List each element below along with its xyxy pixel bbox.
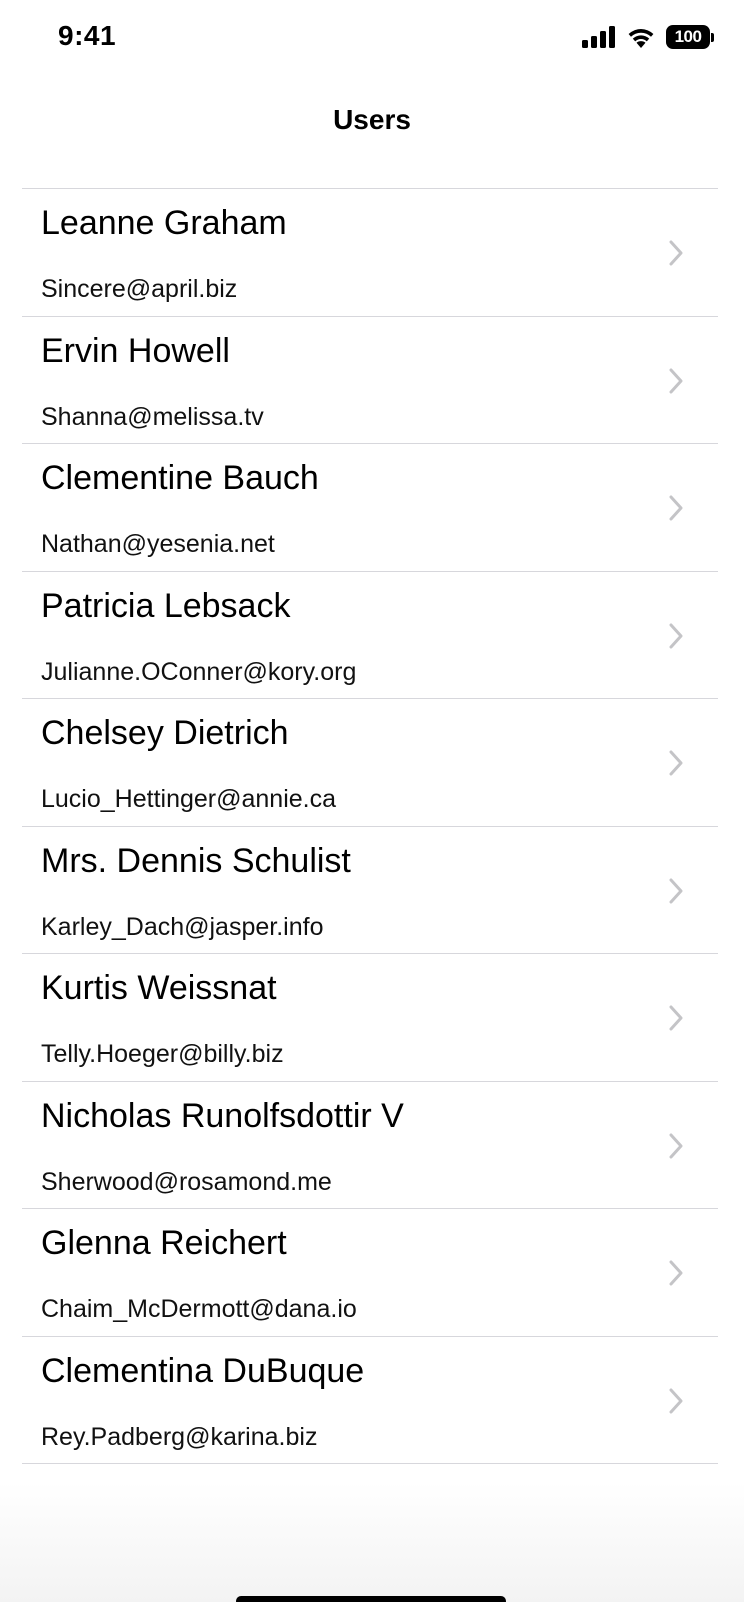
- user-email: Chaim_McDermott@dana.io: [41, 1295, 357, 1323]
- user-email: Telly.Hoeger@billy.biz: [41, 1040, 284, 1068]
- chevron-right-icon: [669, 495, 683, 521]
- chevron-right-icon: [669, 240, 683, 266]
- navigation-bar: Users: [0, 74, 744, 188]
- list-item[interactable]: Nicholas Runolfsdottir V Sherwood@rosamon…: [22, 1082, 718, 1209]
- user-email: Lucio_Hettinger@annie.ca: [41, 785, 337, 813]
- battery-tip: [711, 32, 714, 42]
- user-name: Chelsey Dietrich: [41, 714, 289, 752]
- user-name: Clementine Bauch: [41, 459, 319, 497]
- user-list: Leanne Graham Sincere@april.biz Ervin Howe…: [22, 188, 718, 1464]
- user-email: Julianne.OConner@kory.org: [41, 657, 357, 686]
- list-item[interactable]: Ervin Howell Shanna@melissa.tv: [22, 317, 718, 444]
- user-name: Clementina DuBuque: [41, 1351, 365, 1390]
- status-time: 9:41: [58, 20, 117, 51]
- list-item[interactable]: Clementine Bauch Nathan@yesenia.net: [22, 444, 718, 572]
- user-email: Karley_Dach@jasper.info: [41, 912, 324, 941]
- wifi-icon: [628, 29, 654, 48]
- chevron-right-icon: [669, 1005, 683, 1031]
- bottom-area: [0, 1482, 744, 1602]
- chevron-right-icon: [669, 878, 683, 903]
- list-item[interactable]: Kurtis Weissnat Telly.Hoeger@billy.biz: [22, 954, 718, 1082]
- list-item[interactable]: Mrs. Dennis Schulist Karley_Dach@jasper.i…: [22, 827, 718, 954]
- user-name: Glenna Reichert: [41, 1224, 287, 1262]
- list-item[interactable]: Leanne Graham Sincere@april.biz: [22, 189, 718, 317]
- chevron-right-icon: [669, 750, 683, 776]
- list-item[interactable]: Patricia Lebsack Julianne.OConner@kory.or…: [22, 572, 718, 699]
- page-title: Users: [333, 104, 411, 135]
- user-email: Nathan@yesenia.net: [41, 530, 275, 558]
- list-item[interactable]: Clementina DuBuque Rey.Padberg@karina.biz: [22, 1337, 718, 1464]
- user-name: Patricia Lebsack: [41, 586, 291, 625]
- battery-level: 100: [666, 25, 710, 49]
- app-screen: 9:41 100 Users Leanne Graham Sincere@apri…: [0, 0, 744, 1602]
- user-email: Rey.Padberg@karina.biz: [41, 1422, 318, 1451]
- user-name: Kurtis Weissnat: [41, 969, 277, 1007]
- signal-icon: [582, 26, 615, 48]
- chevron-right-icon: [669, 1260, 683, 1286]
- status-bar: 9:41 100: [0, 0, 744, 74]
- user-email: Shanna@melissa.tv: [41, 402, 264, 431]
- chevron-right-icon: [669, 623, 683, 648]
- chevron-right-icon: [669, 368, 683, 393]
- home-indicator[interactable]: [236, 1596, 506, 1602]
- user-name: Ervin Howell: [41, 331, 230, 370]
- chevron-right-icon: [669, 1388, 683, 1413]
- user-name: Leanne Graham: [41, 204, 287, 242]
- list-item[interactable]: Chelsey Dietrich Lucio_Hettinger@annie.ca: [22, 699, 718, 827]
- user-email: Sincere@april.biz: [41, 275, 238, 303]
- list-item[interactable]: Glenna Reichert Chaim_McDermott@dana.io: [22, 1209, 718, 1337]
- user-name: Mrs. Dennis Schulist: [41, 841, 351, 880]
- chevron-right-icon: [669, 1133, 683, 1158]
- battery-icon: 100: [666, 25, 714, 49]
- status-icons: 100: [582, 24, 714, 50]
- user-name: Nicholas Runolfsdottir V: [41, 1096, 404, 1135]
- user-email: Sherwood@rosamond.me: [41, 1167, 332, 1196]
